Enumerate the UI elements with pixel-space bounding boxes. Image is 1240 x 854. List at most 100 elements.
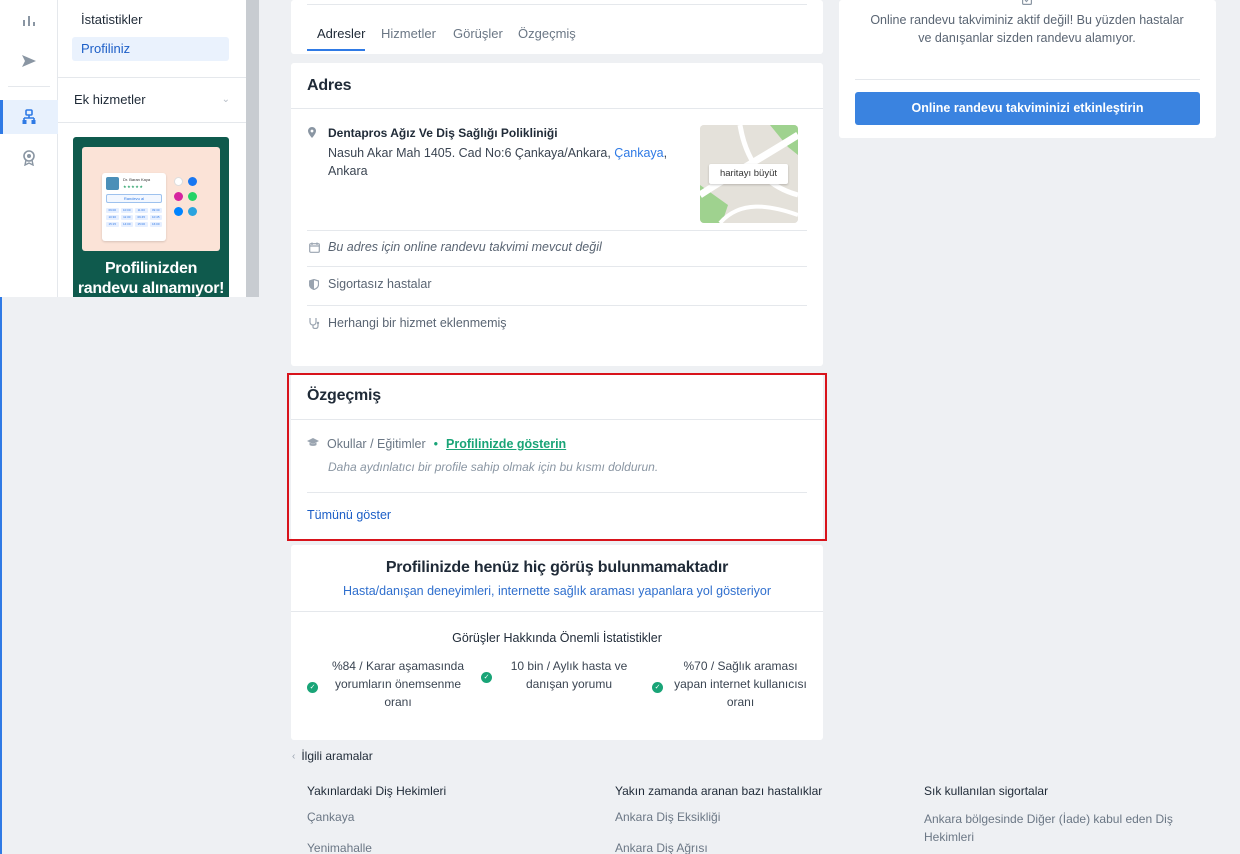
stats-icon[interactable] (0, 3, 58, 37)
sidebar-section-label: Ek hizmetler (74, 92, 146, 107)
divider (307, 492, 807, 493)
related-searches-header[interactable]: ‹ İlgili aramalar (292, 749, 373, 763)
stat-item: 10 bin / Aylık hasta ve danışan yorumu (510, 659, 628, 691)
address-card: Adres Dentapros Ağız Ve Diş Sağlığı Poli… (291, 63, 823, 366)
calendar-icon (307, 242, 321, 253)
time-slot: 10:00 (120, 208, 133, 213)
time-slot: 09:45 (135, 215, 148, 220)
sidebar-section-ek-hizmetler[interactable]: Ek hizmetler ⌄ (74, 90, 230, 110)
award-icon[interactable] (0, 141, 58, 175)
stat-item: %70 / Sağlık araması yapan internet kull… (674, 659, 807, 709)
services-text: Herhangi bir hizmet eklenmemiş (328, 316, 507, 330)
whatsapp-icon (188, 192, 197, 201)
divider (307, 266, 807, 267)
promo-illustration: Dr. Baran Kaya ★★★★★ Randevu al 09:00 10… (82, 147, 220, 251)
profile-tabs: Adresler Hizmetler Görüşler Özgeçmiş (291, 0, 823, 54)
cv-title: Özgeçmiş (307, 387, 381, 404)
stethoscope-icon (307, 317, 321, 329)
related-column-heading: Sık kullanılan sigortalar (924, 784, 1049, 798)
promo-text: Profilinizden randevu alınamıyor! (77, 260, 225, 297)
cv-card: Özgeçmiş Okullar / Eğitimler • Profilini… (291, 374, 823, 540)
promo-card-name: Dr. Baran Kaya (123, 177, 151, 182)
avatar (106, 177, 119, 190)
time-slot: 10:45 (149, 215, 162, 220)
send-icon[interactable] (0, 44, 58, 78)
related-link[interactable]: Çankaya (307, 810, 354, 824)
address-title: Adres (307, 77, 352, 94)
promo-mini-profile-card: Dr. Baran Kaya ★★★★★ Randevu al 09:00 10… (102, 173, 166, 241)
calendar-inactive-message: Online randevu takviminiz aktif değil! B… (870, 13, 1184, 45)
icon-rail (0, 0, 58, 297)
divider (855, 79, 1200, 80)
time-slot: 09:00 (106, 208, 119, 213)
messenger-icon (174, 207, 183, 216)
reviews-title: Profilinizde henüz hiç görüş bulunmamakt… (385, 559, 729, 576)
clinic-address: Nasuh Akar Mah 1405. Cad No:6 Çankaya/An… (328, 146, 668, 178)
tab-ozgecmis[interactable]: Özgeçmiş (518, 26, 576, 41)
facebook-icon (188, 177, 197, 186)
time-slot: 11:30 (120, 215, 133, 220)
sidebar-divider (58, 77, 246, 78)
check-circle-icon: ✓ (652, 682, 663, 693)
education-label: Okullar / Eğitimler (327, 437, 426, 451)
chevron-down-icon: ⌄ (221, 94, 230, 105)
enlarge-map-button[interactable]: haritayı büyüt (709, 164, 788, 184)
services-row: Herhangi bir hizmet eklenmemiş (307, 316, 507, 330)
online-calendar-row: Bu adres için online randevu takvimi mev… (307, 240, 602, 254)
related-column: Sık kullanılan sigortalar Ankara bölgesi… (924, 784, 1194, 854)
insurance-row: Sigortasız hastalar (307, 277, 432, 291)
related-link[interactable]: Ankara Diş Eksikliği (615, 810, 720, 824)
tab-hizmetler[interactable]: Hizmetler (381, 26, 436, 41)
reviews-subtitle: Hasta/danışan deneyimleri, internette sa… (343, 584, 771, 598)
related-column: Yakınlardaki Diş Hekimleri Çankaya Yenim… (307, 784, 587, 854)
divider (307, 305, 807, 306)
related-link[interactable]: Ankara bölgesinde Diğer (İade) kabul ede… (924, 810, 1184, 846)
insurance-text: Sigortasız hastalar (328, 277, 432, 291)
related-link[interactable]: Ankara Diş Ağrısı (615, 841, 708, 854)
scrollbar-track[interactable] (246, 0, 259, 297)
location-pin-icon (308, 127, 316, 141)
divider (307, 230, 807, 231)
time-slot: 14:00 (120, 222, 133, 227)
tab-adresler[interactable]: Adresler (317, 26, 365, 41)
map-thumbnail[interactable]: haritayı büyüt (700, 125, 798, 223)
calendar-activation-card: Online randevu takviminiz aktif değil! B… (839, 0, 1216, 138)
district-link[interactable]: Çankaya (614, 146, 663, 160)
promo-card-stars: ★★★★★ (123, 184, 144, 189)
separator-dot: • (433, 437, 439, 451)
promo-card-slots: 09:00 10:00 11:00 09:30 10:30 11:30 09:4… (106, 208, 162, 227)
check-circle-icon: ✓ (481, 672, 492, 683)
education-row: Okullar / Eğitimler • Profilinizde göste… (307, 437, 566, 451)
divider (291, 108, 823, 109)
cv-hint: Daha aydınlatıcı bir profile sahip olmak… (328, 460, 659, 474)
city-text: Ankara (328, 164, 368, 178)
sidebar: İstatistikler Profiliniz Ek hizmetler ⌄ … (58, 0, 246, 297)
tab-gorusler[interactable]: Görüşler (453, 26, 503, 41)
related-link[interactable]: Yenimahalle (307, 841, 372, 854)
promo-banner[interactable]: Dr. Baran Kaya ★★★★★ Randevu al 09:00 10… (73, 137, 229, 297)
instagram-icon (174, 192, 183, 201)
profile-tree-icon[interactable] (0, 100, 58, 134)
related-searches-title: İlgili aramalar (301, 749, 373, 763)
activate-calendar-button[interactable]: Online randevu takviminizi etkinleştirin (855, 92, 1200, 125)
graduation-cap-icon (307, 438, 319, 450)
clinic-name: Dentapros Ağız Ve Diş Sağlığı Polikliniğ… (328, 126, 558, 140)
related-column-heading: Yakın zamanda aranan bazı hastalıklar (615, 784, 823, 798)
sidebar-item-profiliniz[interactable]: Profiliniz (72, 37, 229, 61)
time-slot: 15:15 (106, 222, 119, 227)
sidebar-divider (58, 122, 246, 123)
reviews-card: Profilinizde henüz hiç görüş bulunmamakt… (291, 545, 823, 740)
time-slot: 15:00 (135, 222, 148, 227)
check-circle-icon: ✓ (307, 682, 318, 693)
rail-divider (8, 86, 50, 87)
show-in-profile-link[interactable]: Profilinizde gösterin (446, 437, 566, 451)
calendar-icon (1022, 0, 1032, 7)
time-slot: 16:00 (149, 222, 162, 227)
tabs-top-divider (307, 4, 807, 5)
show-all-link[interactable]: Tümünü göster (307, 508, 391, 522)
chevron-left-icon: ‹ (292, 750, 296, 762)
stat-item: %84 / Karar aşamasında yorumların önemse… (331, 659, 465, 709)
telegram-icon (188, 207, 197, 216)
sidebar-item-istatistikler[interactable]: İstatistikler (72, 8, 229, 32)
related-column-heading: Yakınlardaki Diş Hekimleri (307, 784, 447, 798)
